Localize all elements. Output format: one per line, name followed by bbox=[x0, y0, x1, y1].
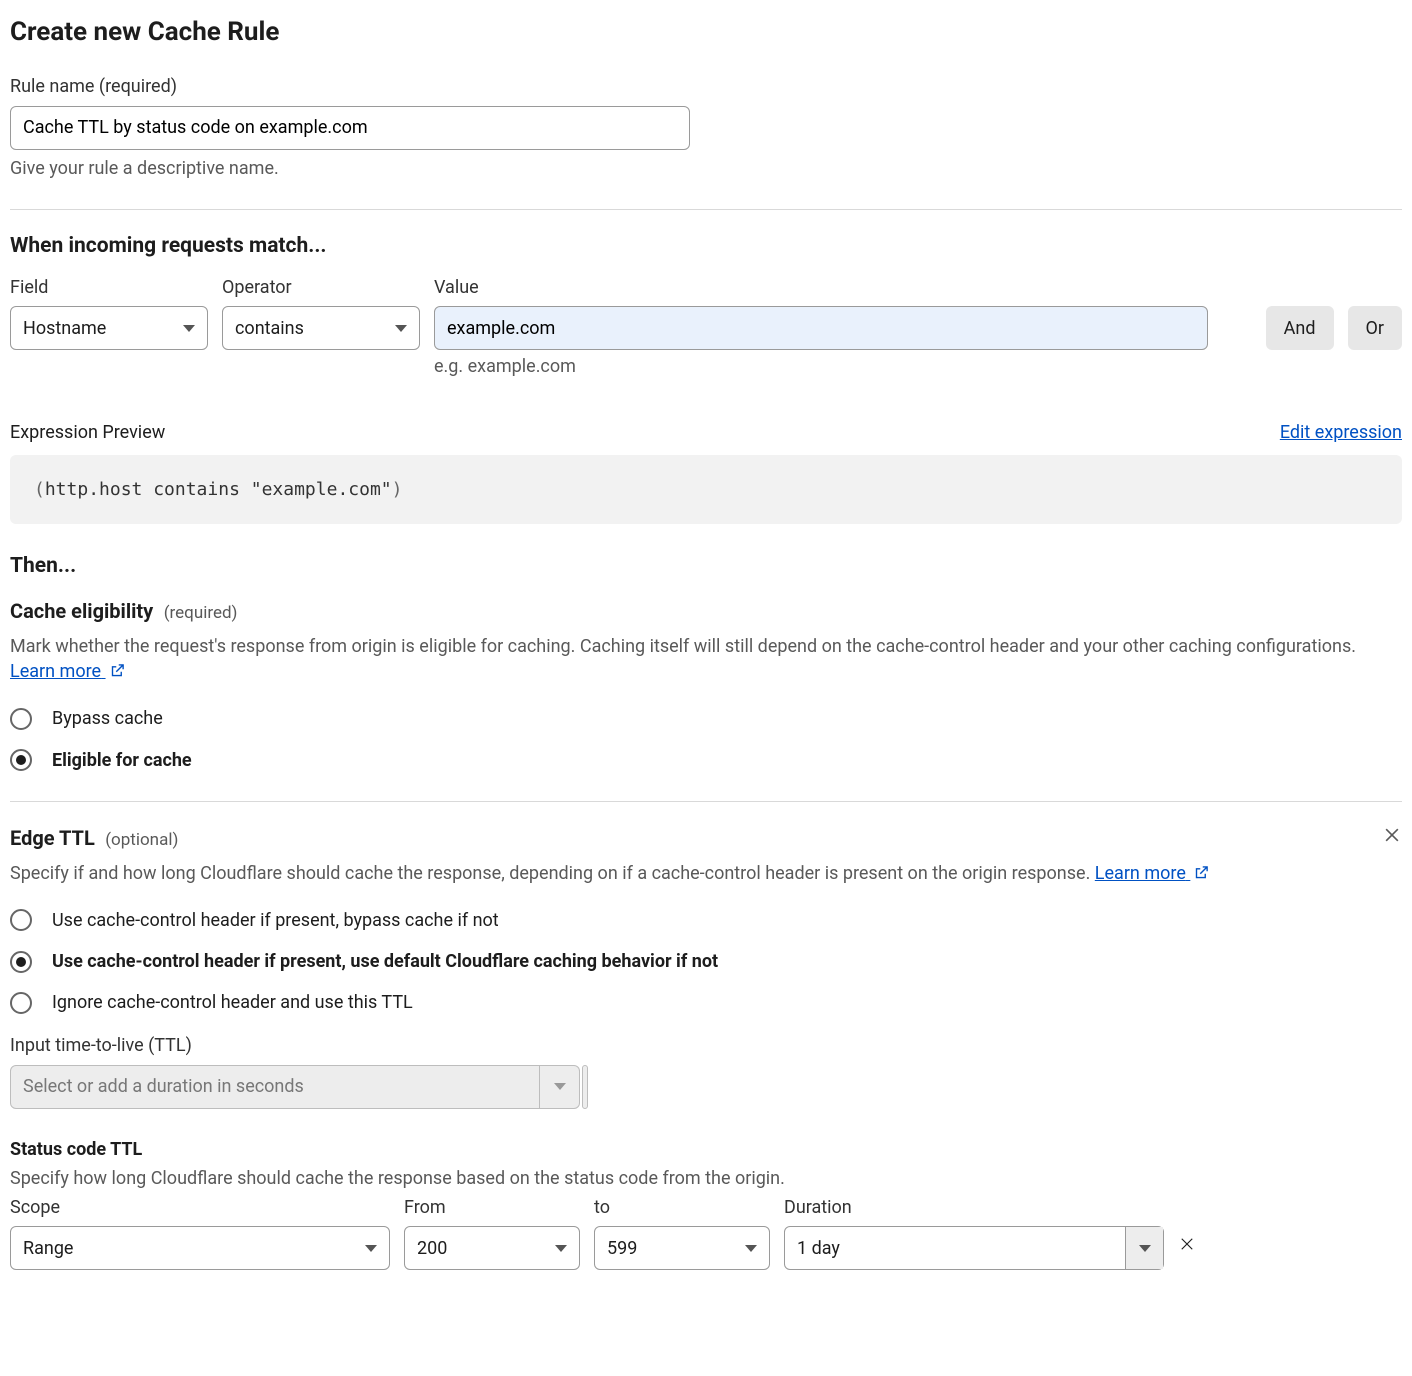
duration-label: Duration bbox=[784, 1195, 1164, 1220]
edge-ttl-opt-b-label: Use cache-control header if present, use… bbox=[52, 949, 718, 974]
to-select-value: 599 bbox=[607, 1236, 637, 1261]
and-button[interactable]: And bbox=[1266, 306, 1334, 350]
edge-ttl-tag: (optional) bbox=[105, 830, 178, 850]
ttl-trail bbox=[582, 1065, 588, 1109]
edit-expression-link[interactable]: Edit expression bbox=[1280, 420, 1402, 445]
expression-preview-code: (http.host contains "example.com") bbox=[10, 455, 1402, 524]
edge-ttl-close-button[interactable] bbox=[1382, 825, 1402, 852]
operator-label: Operator bbox=[222, 275, 420, 300]
cache-eligibility-tag: (required) bbox=[164, 603, 238, 623]
bypass-cache-radio[interactable] bbox=[10, 708, 32, 730]
ttl-input-placeholder: Select or add a duration in seconds bbox=[10, 1065, 540, 1109]
chevron-down-icon bbox=[1139, 1245, 1151, 1252]
to-label: to bbox=[594, 1195, 770, 1220]
to-select[interactable]: 599 bbox=[594, 1226, 770, 1270]
or-button[interactable]: Or bbox=[1348, 306, 1402, 350]
scope-select[interactable]: Range bbox=[10, 1226, 390, 1270]
operator-select[interactable]: contains bbox=[222, 306, 420, 350]
edge-ttl-opt-c-label: Ignore cache-control header and use this… bbox=[52, 990, 413, 1015]
cache-eligibility-heading: Cache eligibility bbox=[10, 599, 153, 623]
match-heading: When incoming requests match... bbox=[10, 232, 1402, 261]
then-heading: Then... bbox=[10, 552, 1402, 581]
bypass-cache-label: Bypass cache bbox=[52, 706, 163, 731]
operator-select-value: contains bbox=[235, 316, 304, 341]
chevron-down-icon bbox=[554, 1083, 566, 1090]
edge-ttl-learn-more-link[interactable]: Learn more bbox=[1095, 863, 1191, 884]
edge-ttl-opt-c-radio[interactable] bbox=[10, 992, 32, 1014]
page-title: Create new Cache Rule bbox=[10, 14, 1402, 50]
value-hint: e.g. example.com bbox=[434, 354, 1252, 379]
edge-ttl-opt-b-radio[interactable] bbox=[10, 951, 32, 973]
ttl-input: Select or add a duration in seconds bbox=[10, 1065, 1402, 1109]
chevron-down-icon bbox=[365, 1245, 377, 1252]
chevron-down-icon bbox=[745, 1245, 757, 1252]
expression-preview-label: Expression Preview bbox=[10, 420, 165, 445]
eligible-for-cache-label: Eligible for cache bbox=[52, 748, 192, 773]
field-select[interactable]: Hostname bbox=[10, 306, 208, 350]
duration-select-value: 1 day bbox=[785, 1236, 1115, 1261]
ttl-caret bbox=[540, 1065, 580, 1109]
rule-name-input[interactable] bbox=[10, 106, 690, 150]
from-label: From bbox=[404, 1195, 580, 1220]
eligible-for-cache-radio[interactable] bbox=[10, 749, 32, 771]
chevron-down-icon bbox=[395, 325, 407, 332]
status-code-ttl-desc: Specify how long Cloudflare should cache… bbox=[10, 1166, 1402, 1191]
rule-name-help: Give your rule a descriptive name. bbox=[10, 156, 1402, 181]
rule-name-label: Rule name (required) bbox=[10, 74, 1402, 99]
value-input[interactable] bbox=[434, 306, 1208, 350]
edge-ttl-opt-a-label: Use cache-control header if present, byp… bbox=[52, 908, 499, 933]
cache-eligibility-desc: Mark whether the request's response from… bbox=[10, 636, 1356, 657]
external-link-icon bbox=[106, 661, 125, 682]
ttl-input-label: Input time-to-live (TTL) bbox=[10, 1033, 1402, 1058]
from-select-value: 200 bbox=[417, 1236, 447, 1261]
cache-eligibility-learn-more-link[interactable]: Learn more bbox=[10, 661, 106, 682]
field-label: Field bbox=[10, 275, 208, 300]
edge-ttl-opt-a-radio[interactable] bbox=[10, 909, 32, 931]
scope-label: Scope bbox=[10, 1195, 390, 1220]
status-row-remove-button[interactable] bbox=[1178, 1235, 1196, 1260]
duration-select[interactable]: 1 day bbox=[784, 1226, 1164, 1270]
status-code-ttl-heading: Status code TTL bbox=[10, 1137, 1402, 1162]
field-select-value: Hostname bbox=[23, 316, 106, 341]
external-link-icon bbox=[1190, 863, 1209, 884]
edge-ttl-heading: Edge TTL bbox=[10, 826, 95, 850]
from-select[interactable]: 200 bbox=[404, 1226, 580, 1270]
chevron-down-icon bbox=[555, 1245, 567, 1252]
scope-select-value: Range bbox=[23, 1236, 73, 1261]
edge-ttl-desc: Specify if and how long Cloudflare shoul… bbox=[10, 863, 1090, 884]
value-label: Value bbox=[434, 275, 1252, 300]
chevron-down-icon bbox=[183, 325, 195, 332]
